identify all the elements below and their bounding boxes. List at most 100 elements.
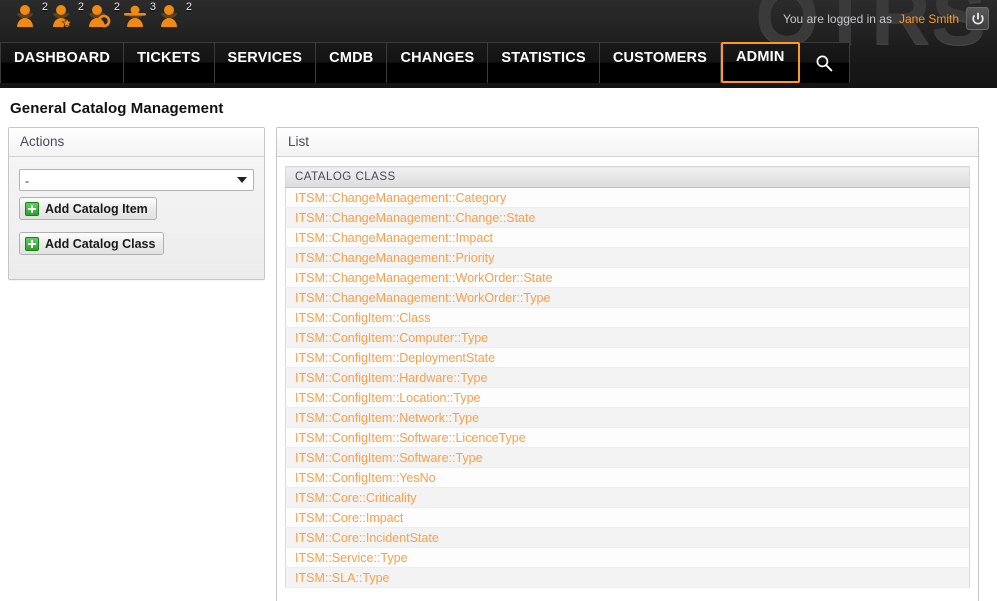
content-columns: Actions - Add Catalog Item Add Catalog C… — [0, 127, 997, 601]
actions-widget-title: Actions — [9, 128, 264, 157]
table-row[interactable]: ITSM::Core::Impact — [286, 508, 970, 528]
catalog-class-select-wrapper: - — [19, 169, 254, 191]
add-catalog-class-label: Add Catalog Class — [45, 237, 155, 251]
person-refresh-icon-reflection — [86, 13, 117, 27]
person-icon-reflection — [14, 13, 45, 27]
table-row[interactable]: ITSM::Service::Type — [286, 548, 970, 568]
table-row[interactable]: ITSM::ChangeManagement::WorkOrder::State — [286, 268, 970, 288]
nav-item-customers[interactable]: CUSTOMERS — [600, 42, 721, 83]
nav-item-admin[interactable]: ADMIN — [721, 42, 800, 83]
catalog-class-table: CATALOG CLASS ITSM::ChangeManagement::Ca… — [285, 166, 970, 588]
toolbar-badge-count: 2 — [78, 1, 84, 13]
nav-item-tickets[interactable]: TICKETS — [124, 42, 214, 83]
catalog-class-link[interactable]: ITSM::ChangeManagement::Change::State — [286, 208, 970, 228]
catalog-class-link[interactable]: ITSM::ChangeManagement::Category — [286, 188, 970, 208]
catalog-class-link[interactable]: ITSM::ConfigItem::Computer::Type — [286, 328, 970, 348]
page-body: General Catalog Management Actions - Add… — [0, 88, 997, 601]
table-row[interactable]: ITSM::ConfigItem::Location::Type — [286, 388, 970, 408]
table-row[interactable]: ITSM::ConfigItem::Class — [286, 308, 970, 328]
add-catalog-class-button[interactable]: Add Catalog Class — [19, 232, 164, 255]
toolbar-item-person-refresh[interactable]: 2 — [86, 2, 117, 40]
current-user-name[interactable]: Jane Smith — [899, 12, 959, 26]
logout-button[interactable] — [966, 7, 989, 30]
nav-item-label: DASHBOARD — [14, 50, 110, 66]
nav-item-label: SERVICES — [228, 50, 303, 66]
catalog-class-table-body: ITSM::ChangeManagement::CategoryITSM::Ch… — [286, 188, 970, 588]
nav-item-label: ADMIN — [736, 49, 785, 65]
table-row[interactable]: ITSM::Core::IncidentState — [286, 528, 970, 548]
nav-item-label: STATISTICS — [501, 50, 585, 66]
catalog-class-link[interactable]: ITSM::ConfigItem::Hardware::Type — [286, 368, 970, 388]
catalog-class-link[interactable]: ITSM::ConfigItem::Software::Type — [286, 448, 970, 468]
nav-item-label: TICKETS — [137, 50, 200, 66]
nav-item-changes[interactable]: CHANGES — [387, 42, 488, 83]
table-header-row: CATALOG CLASS — [286, 167, 970, 188]
nav-item-search[interactable] — [800, 42, 850, 83]
toolbar-item-person-star[interactable]: 2 — [50, 2, 81, 40]
add-catalog-item-button[interactable]: Add Catalog Item — [19, 197, 157, 220]
catalog-class-link[interactable]: ITSM::ConfigItem::Location::Type — [286, 388, 970, 408]
toolbar-badge-count: 3 — [150, 1, 156, 13]
page-title: General Catalog Management — [0, 88, 997, 127]
column-header-catalog-class: CATALOG CLASS — [286, 167, 970, 188]
table-row[interactable]: ITSM::ChangeManagement::WorkOrder::Type — [286, 288, 970, 308]
main-navigation: DASHBOARD TICKETS SERVICES CMDB CHANGES … — [0, 42, 850, 83]
search-icon — [814, 53, 834, 73]
power-icon — [971, 12, 985, 26]
table-row[interactable]: ITSM::ConfigItem::Computer::Type — [286, 328, 970, 348]
toolbar-badge-count: 2 — [42, 1, 48, 13]
table-row[interactable]: ITSM::ConfigItem::Software::Type — [286, 448, 970, 468]
nav-item-label: CHANGES — [400, 50, 474, 66]
toolbar-item-person-escalation[interactable]: 3 — [122, 2, 153, 40]
nav-item-dashboard[interactable]: DASHBOARD — [0, 42, 124, 83]
table-row[interactable]: ITSM::Core::Criticality — [286, 488, 970, 508]
add-catalog-item-label: Add Catalog Item — [45, 202, 148, 216]
login-status-bar: You are logged in as Jane Smith — [783, 7, 989, 30]
list-widget-title: List — [277, 128, 978, 157]
catalog-class-link[interactable]: ITSM::ChangeManagement::WorkOrder::State — [286, 268, 970, 288]
person-escalation-icon-reflection — [122, 13, 153, 27]
person-star-icon-reflection — [50, 13, 81, 27]
catalog-class-link[interactable]: ITSM::Core::Impact — [286, 508, 970, 528]
actions-widget: Actions - Add Catalog Item Add Catalog C… — [8, 127, 265, 280]
nav-item-statistics[interactable]: STATISTICS — [488, 42, 599, 83]
nav-item-services[interactable]: SERVICES — [215, 42, 317, 83]
catalog-class-link[interactable]: ITSM::ConfigItem::Software::LicenceType — [286, 428, 970, 448]
catalog-class-link[interactable]: ITSM::Service::Type — [286, 548, 970, 568]
table-row[interactable]: ITSM::ChangeManagement::Change::State — [286, 208, 970, 228]
table-row[interactable]: ITSM::ChangeManagement::Impact — [286, 228, 970, 248]
catalog-class-link[interactable]: ITSM::ConfigItem::Network::Type — [286, 408, 970, 428]
catalog-class-link[interactable]: ITSM::ConfigItem::DeploymentState — [286, 348, 970, 368]
table-row[interactable]: ITSM::ConfigItem::YesNo — [286, 468, 970, 488]
catalog-class-link[interactable]: ITSM::ChangeManagement::WorkOrder::Type — [286, 288, 970, 308]
table-row[interactable]: ITSM::ConfigItem::Hardware::Type — [286, 368, 970, 388]
actions-widget-body: - Add Catalog Item Add Catalog Class — [9, 157, 264, 279]
catalog-class-link[interactable]: ITSM::ChangeManagement::Priority — [286, 248, 970, 268]
table-row[interactable]: ITSM::SLA::Type — [286, 568, 970, 588]
nav-item-cmdb[interactable]: CMDB — [316, 42, 387, 83]
catalog-class-link[interactable]: ITSM::SLA::Type — [286, 568, 970, 588]
nav-item-label: CMDB — [329, 50, 373, 66]
catalog-class-link[interactable]: ITSM::Core::IncidentState — [286, 528, 970, 548]
catalog-class-link[interactable]: ITSM::ConfigItem::Class — [286, 308, 970, 328]
list-widget-body: CATALOG CLASS ITSM::ChangeManagement::Ca… — [277, 157, 978, 601]
header-toolbar: 2 2 — [14, 2, 189, 40]
catalog-class-select[interactable]: - — [19, 169, 254, 191]
nav-item-label: CUSTOMERS — [613, 50, 707, 66]
catalog-class-link[interactable]: ITSM::Core::Criticality — [286, 488, 970, 508]
toolbar-badge-count: 2 — [114, 1, 120, 13]
table-row[interactable]: ITSM::ConfigItem::Network::Type — [286, 408, 970, 428]
list-widget: List CATALOG CLASS ITSM::ChangeManagemen… — [276, 127, 979, 601]
table-row[interactable]: ITSM::ChangeManagement::Category — [286, 188, 970, 208]
table-row[interactable]: ITSM::ChangeManagement::Priority — [286, 248, 970, 268]
toolbar-badge-count: 2 — [186, 1, 192, 13]
toolbar-item-person[interactable]: 2 — [14, 2, 45, 40]
catalog-class-table-head: CATALOG CLASS — [286, 167, 970, 188]
table-row[interactable]: ITSM::ConfigItem::DeploymentState — [286, 348, 970, 368]
catalog-class-link[interactable]: ITSM::ChangeManagement::Impact — [286, 228, 970, 248]
table-row[interactable]: ITSM::ConfigItem::Software::LicenceType — [286, 428, 970, 448]
app-header: OTRS 2 2 — [0, 0, 997, 88]
toolbar-item-person-plain[interactable]: 2 — [158, 2, 189, 40]
login-status-label: You are logged in as — [783, 12, 892, 26]
catalog-class-link[interactable]: ITSM::ConfigItem::YesNo — [286, 468, 970, 488]
